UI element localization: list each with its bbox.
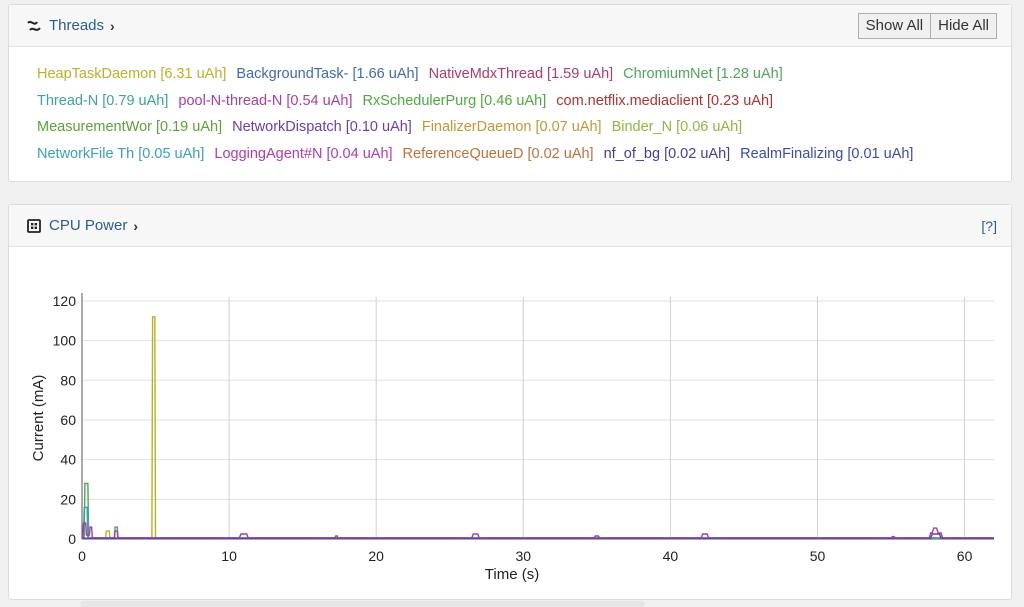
chevron-right-icon[interactable]: ›	[110, 18, 115, 34]
legend-item[interactable]: NativeMdxThread [1.59 uAh]	[429, 66, 614, 82]
help-link[interactable]: [?]	[981, 218, 997, 234]
cpu-power-chart: 0 20 40 60 80 100 120 0 10 20 30 40 50 60 Time (s) Curr…	[30, 293, 994, 583]
y-tick-label: 20	[60, 491, 76, 507]
cpu-icon	[25, 217, 43, 235]
legend-row: NetworkFile Th [0.05 uAh] LoggingAgent#N …	[37, 141, 1011, 168]
legend-item[interactable]: NetworkDispatch [0.10 uAh]	[232, 119, 412, 135]
show-all-button[interactable]: Show All	[857, 12, 932, 39]
legend-item[interactable]: HeapTaskDaemon [6.31 uAh]	[37, 66, 226, 82]
legend-item[interactable]: Thread-N [0.79 uAh]	[37, 93, 168, 109]
y-tick-label: 0	[68, 531, 76, 547]
series-line	[82, 506, 994, 539]
series-line	[82, 522, 994, 539]
legend-item[interactable]: pool-N-thread-N [0.54 uAh]	[178, 93, 352, 109]
cpu-power-panel-header: CPU Power › [?]	[9, 205, 1011, 247]
x-tick-label: 50	[810, 548, 826, 564]
chevron-right-icon[interactable]: ›	[133, 218, 138, 234]
legend-item[interactable]: NetworkFile Th [0.05 uAh]	[37, 146, 204, 162]
legend-row: Thread-N [0.79 uAh] pool-N-thread-N [0.54…	[37, 88, 1011, 115]
legend-item[interactable]: ReferenceQueueD [0.02 uAh]	[403, 146, 594, 162]
y-tick-label: 100	[53, 333, 77, 349]
series-line	[82, 482, 994, 539]
legend-row: HeapTaskDaemon [6.31 uAh] BackgroundTask-…	[37, 61, 1011, 88]
series-line	[82, 316, 994, 539]
series-line	[82, 533, 994, 540]
legend-item[interactable]: nf_of_bg [0.02 uAh]	[604, 146, 731, 162]
y-tick-label: 40	[60, 452, 76, 468]
x-tick-label: 10	[221, 548, 237, 564]
x-axis-label: Time (s)	[485, 566, 539, 583]
y-tick-label: 120	[53, 293, 77, 309]
threads-icon	[25, 17, 43, 35]
threads-panel: Threads › Show All Hide All HeapTaskDaem…	[8, 4, 1012, 182]
legend-item[interactable]: RxSchedulerPurg [0.46 uAh]	[362, 93, 546, 109]
legend-item[interactable]: RealmFinalizing [0.01 uAh]	[740, 146, 913, 162]
cpu-power-panel-title[interactable]: CPU Power	[49, 217, 127, 234]
legend-item[interactable]: com.netflix.mediaclient [0.23 uAh]	[556, 93, 773, 109]
scroll-shadow	[80, 601, 645, 607]
y-tick-label: 80	[60, 372, 76, 388]
x-tick-label: 0	[78, 548, 86, 564]
threads-panel-title[interactable]: Threads	[49, 17, 104, 34]
visibility-button-group: Show All Hide All	[857, 12, 997, 39]
thread-legend: HeapTaskDaemon [6.31 uAh] BackgroundTask-…	[9, 47, 1011, 167]
hide-all-button[interactable]: Hide All	[931, 12, 997, 39]
legend-item[interactable]: ChromiumNet [1.28 uAh]	[623, 66, 783, 82]
y-axis-label: Current (mA)	[30, 375, 47, 462]
legend-item[interactable]: LoggingAgent#N [0.04 uAh]	[214, 146, 392, 162]
x-tick-label: 40	[663, 548, 679, 564]
threads-panel-header: Threads › Show All Hide All	[9, 5, 1011, 47]
legend-item[interactable]: BackgroundTask- [1.66 uAh]	[236, 66, 418, 82]
x-tick-label: 60	[957, 548, 973, 564]
y-tick-label: 60	[60, 412, 76, 428]
x-tick-label: 30	[516, 548, 532, 564]
legend-item[interactable]: MeasurementWor [0.19 uAh]	[37, 119, 222, 135]
cpu-power-panel: CPU Power › [?] 0 20 40 60 80 100 120 0 10 20 30 40…	[8, 204, 1012, 600]
legend-row: MeasurementWor [0.19 uAh] NetworkDispatch…	[37, 114, 1011, 141]
legend-item[interactable]: Binder_N [0.06 uAh]	[612, 119, 743, 135]
x-tick-label: 20	[368, 548, 384, 564]
legend-item[interactable]: FinalizerDaemon [0.07 uAh]	[422, 119, 602, 135]
